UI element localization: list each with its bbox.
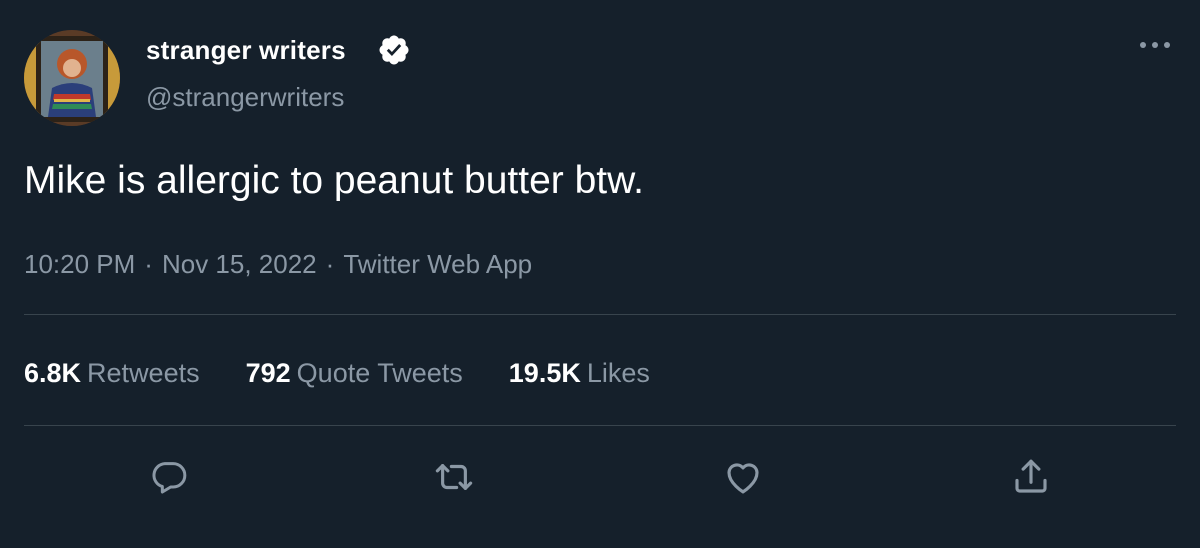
likes-label: Likes [586, 358, 650, 388]
tweet-date[interactable]: Nov 15, 2022 [162, 249, 317, 279]
quote-tweets-stat[interactable]: 792 Quote Tweets [246, 358, 463, 389]
avatar[interactable] [24, 30, 120, 126]
tweet-source[interactable]: Twitter Web App [343, 249, 532, 279]
tweet-meta: 10:20 PM · Nov 15, 2022 · Twitter Web App [24, 249, 532, 280]
meta-separator: · [144, 249, 153, 279]
display-name[interactable]: stranger writers [146, 35, 346, 66]
divider [24, 314, 1176, 315]
likes-count: 19.5K [508, 358, 581, 388]
tweet-detail: stranger writers @strangerwriters Mike i… [0, 0, 1200, 548]
tweet-text: Mike is allergic to peanut butter btw. [24, 159, 644, 202]
retweets-count: 6.8K [24, 358, 82, 388]
retweet-icon[interactable] [430, 453, 478, 501]
retweets-label: Retweets [87, 358, 200, 388]
tweet-time[interactable]: 10:20 PM [24, 249, 135, 279]
quote-tweets-count: 792 [245, 358, 291, 388]
quote-tweets-label: Quote Tweets [296, 358, 463, 388]
share-icon[interactable] [1007, 453, 1055, 501]
engagement-stats: 6.8K Retweets 792 Quote Tweets 19.5K Likes [24, 358, 696, 389]
reply-icon[interactable] [145, 453, 193, 501]
username-handle[interactable]: @strangerwriters [146, 82, 344, 113]
heart-icon[interactable] [719, 453, 767, 501]
divider [24, 425, 1176, 426]
more-horizontal-icon[interactable] [1137, 30, 1173, 60]
verified-badge-icon [377, 33, 411, 67]
retweets-stat[interactable]: 6.8K Retweets [24, 358, 200, 389]
meta-separator: · [325, 249, 335, 279]
likes-stat[interactable]: 19.5K Likes [509, 358, 650, 389]
